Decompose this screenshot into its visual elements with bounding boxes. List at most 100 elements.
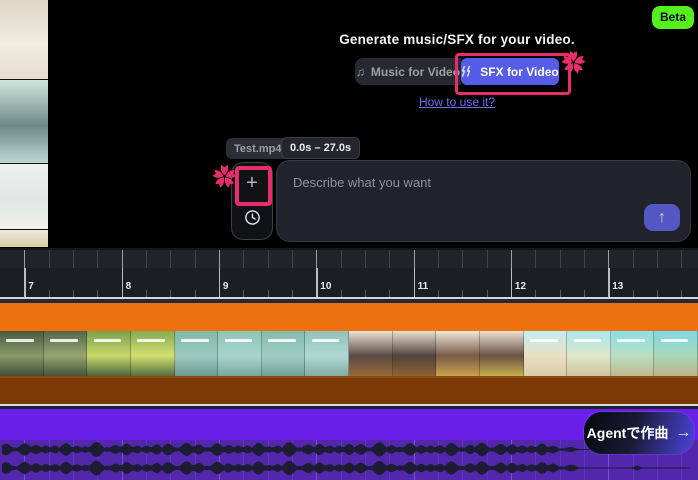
ruler-tick [535, 250, 536, 268]
ruler-tick [49, 250, 50, 268]
ruler-minor-tick [170, 290, 171, 297]
filmstrip-frame [567, 331, 611, 376]
ruler-tick [608, 250, 609, 268]
tab-music-for-video[interactable]: ♫ Music for Video [355, 58, 461, 85]
ruler-minor-tick [584, 290, 585, 297]
ruler-major-line [24, 268, 26, 297]
timeline-ruler[interactable]: 78910111213 [0, 268, 698, 297]
ruler-tick [487, 250, 488, 268]
music-note-icon: ♫ [356, 65, 365, 79]
filmstrip-frame [262, 331, 306, 376]
filmstrip-frame [0, 331, 44, 376]
video-filmstrip-track[interactable] [0, 331, 698, 376]
flower-cursor-icon [560, 49, 587, 81]
subtitle-overlay [617, 339, 645, 342]
ruler-minor-tick [657, 290, 658, 297]
ruler-tick [414, 250, 415, 268]
ruler-tick [195, 250, 196, 268]
ruler-tick [24, 250, 25, 268]
ruler-minor-tick [341, 290, 342, 297]
clip-filename-chip: Test.mp4 [226, 138, 289, 159]
ruler-minor-tick [389, 290, 390, 297]
right-arrow-icon: → [675, 424, 691, 442]
ruler-minor-tick [243, 290, 244, 297]
ruler-tick [170, 250, 171, 268]
panel-title: Generate music/SFX for your video. [216, 32, 698, 47]
ruler-label: 7 [28, 281, 34, 292]
ruler-tick [219, 250, 220, 268]
ruler-minor-tick [560, 290, 561, 297]
ruler-major-line [122, 268, 124, 297]
filmstrip-frame [87, 331, 131, 376]
subtitle-overlay [50, 339, 78, 342]
beta-badge: Beta [652, 6, 694, 29]
filmstrip-frame [131, 331, 175, 376]
ruler-label: 8 [126, 281, 132, 292]
subtitle-overlay [94, 339, 122, 342]
how-to-use-link[interactable]: How to use it? [216, 95, 698, 109]
filmstrip-frame [611, 331, 655, 376]
ruler-label: 10 [320, 281, 331, 292]
ruler-tick [462, 250, 463, 268]
preview-thumbnail [0, 0, 48, 79]
clock-icon [244, 209, 261, 226]
ruler-major-line [511, 268, 513, 297]
filmstrip-frame [305, 331, 349, 376]
filmstrip-frame [349, 331, 393, 376]
subtitle-overlay [137, 339, 165, 342]
ruler-minor-tick [535, 290, 536, 297]
preview-thumbnail [0, 230, 48, 247]
filmstrip-frame [44, 331, 88, 376]
ruler-tick [73, 250, 74, 268]
ruler-minor-tick [146, 290, 147, 297]
ruler-tick [146, 250, 147, 268]
ruler-tick [97, 250, 98, 268]
ruler-minor-tick [97, 290, 98, 297]
ruler-tick [122, 250, 123, 268]
prompt-panel: ↑ [276, 160, 691, 242]
send-button[interactable]: ↑ [644, 204, 680, 231]
ruler-minor-tick [462, 290, 463, 297]
ruler-major-line [219, 268, 221, 297]
filmstrip-frame [480, 331, 524, 376]
prompt-tools-column: + [231, 162, 273, 240]
agent-button-label: Agentで作曲 [587, 423, 669, 443]
ruler-tick [389, 250, 390, 268]
ruler-minor-tick [292, 290, 293, 297]
ruler-label: 11 [418, 281, 429, 292]
ruler-tick [511, 250, 512, 268]
ruler-tick [633, 250, 634, 268]
ruler-minor-tick [438, 290, 439, 297]
ruler-tick [365, 250, 366, 268]
add-attachment-button[interactable]: + [232, 169, 272, 197]
ruler-tick [268, 250, 269, 268]
subtitle-overlay [530, 339, 558, 342]
ruler-minor-tick [365, 290, 366, 297]
tab-sfx-label: SFX for Video [480, 65, 558, 79]
tab-sfx-for-video[interactable]: SFX for Video [461, 58, 559, 85]
timeline-tick-strip [0, 250, 698, 268]
ruler-tick [584, 250, 585, 268]
tab-music-label: Music for Video [371, 65, 460, 79]
ruler-minor-tick [487, 290, 488, 297]
agent-compose-button[interactable]: Agentで作曲 → [584, 412, 694, 454]
clip-track-bar[interactable] [0, 303, 698, 331]
prompt-input[interactable] [291, 173, 625, 232]
ruler-tick [243, 250, 244, 268]
history-button[interactable] [232, 207, 272, 227]
ruler-tick [681, 250, 682, 268]
filmstrip-frame [393, 331, 437, 376]
ruler-label: 13 [612, 281, 623, 292]
ruler-tick [341, 250, 342, 268]
time-range-chip: 0.0s – 27.0s [281, 137, 360, 159]
ruler-major-line [316, 268, 318, 297]
ruler-minor-tick [681, 290, 682, 297]
subtitle-overlay [6, 339, 34, 342]
clip-track-lower-bar[interactable] [0, 376, 698, 404]
ruler-minor-tick [73, 290, 74, 297]
ruler-minor-tick [195, 290, 196, 297]
ruler-label: 12 [515, 281, 526, 292]
subtitle-overlay [181, 339, 209, 342]
ruler-minor-tick [633, 290, 634, 297]
filmstrip-frame [436, 331, 480, 376]
